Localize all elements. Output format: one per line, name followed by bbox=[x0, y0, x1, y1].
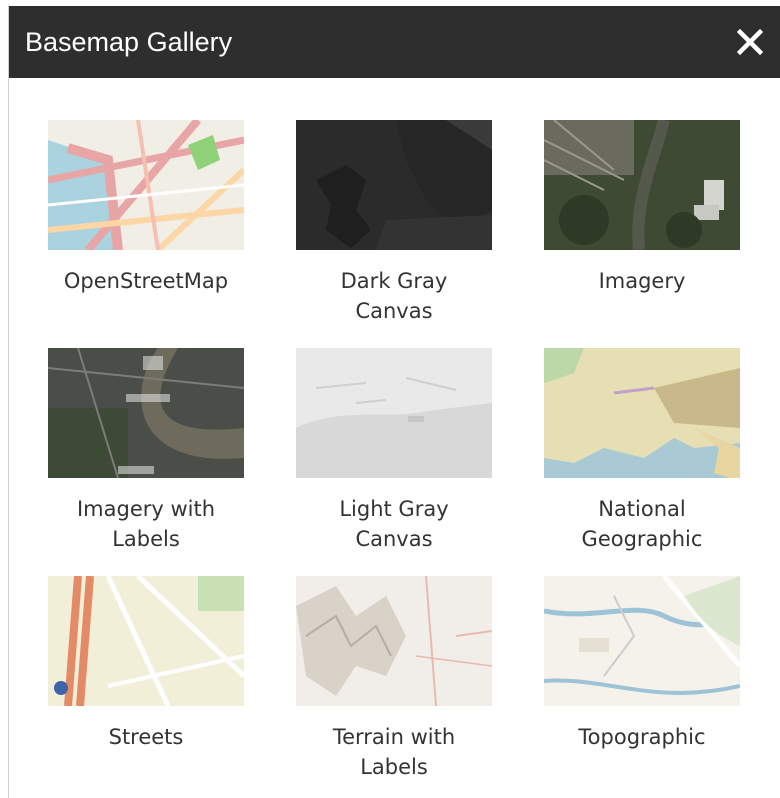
basemap-topographic[interactable]: Topographic bbox=[532, 576, 752, 752]
close-button[interactable] bbox=[732, 24, 768, 60]
basemap-label: OpenStreetMap bbox=[63, 269, 229, 293]
national-geographic-thumbnail bbox=[544, 348, 740, 478]
streets-thumbnail bbox=[48, 576, 244, 706]
basemap-gallery-dialog: Basemap Gallery OpenStreetMap Dark Gray … bbox=[8, 6, 780, 798]
basemap-imagery-with-labels[interactable]: Imagery with Labels bbox=[36, 348, 256, 554]
basemap-imagery[interactable]: Imagery bbox=[532, 120, 752, 296]
basemap-streets[interactable]: Streets bbox=[36, 576, 256, 752]
dialog-title: Basemap Gallery bbox=[25, 26, 233, 57]
imagery-thumbnail bbox=[544, 120, 740, 250]
basemap-label: Dark Gray Canvas bbox=[340, 269, 448, 323]
imagery-with-labels-thumbnail bbox=[48, 348, 244, 478]
basemap-label: Imagery bbox=[598, 269, 686, 293]
basemap-dark-gray-canvas[interactable]: Dark Gray Canvas bbox=[284, 120, 504, 326]
basemap-national-geographic[interactable]: National Geographic bbox=[532, 348, 752, 554]
basemap-label: Streets bbox=[108, 725, 184, 749]
dialog-header: Basemap Gallery bbox=[9, 6, 780, 78]
basemap-label: National Geographic bbox=[581, 497, 703, 551]
basemap-label: Terrain with Labels bbox=[332, 725, 456, 779]
basemap-label: Light Gray Canvas bbox=[339, 497, 449, 551]
basemap-terrain-with-labels[interactable]: Terrain with Labels bbox=[284, 576, 504, 782]
basemap-light-gray-canvas[interactable]: Light Gray Canvas bbox=[284, 348, 504, 554]
topographic-thumbnail bbox=[544, 576, 740, 706]
terrain-with-labels-thumbnail bbox=[296, 576, 492, 706]
light-gray-canvas-thumbnail bbox=[296, 348, 492, 478]
basemap-openstreetmap[interactable]: OpenStreetMap bbox=[36, 120, 256, 296]
basemap-label: Topographic bbox=[578, 725, 706, 749]
dark-gray-canvas-thumbnail bbox=[296, 120, 492, 250]
openstreetmap-thumbnail bbox=[48, 120, 244, 250]
close-icon bbox=[737, 29, 763, 55]
basemap-label: Imagery with Labels bbox=[76, 497, 216, 551]
